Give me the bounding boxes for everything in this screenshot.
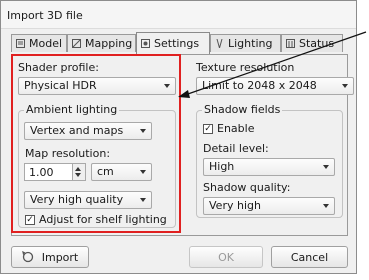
detail-level-label: Detail level:	[203, 142, 269, 155]
shader-profile-label: Shader profile:	[18, 61, 99, 74]
title-bar: Import 3D file	[1, 1, 356, 29]
cancel-button[interactable]: Cancel	[271, 246, 348, 268]
enable-shadow-checkbox[interactable]: ✓	[203, 124, 213, 134]
chevron-down-icon	[323, 204, 329, 208]
ambient-lighting-title: Ambient lighting	[24, 103, 120, 116]
shader-profile-select[interactable]: Physical HDR	[18, 77, 176, 95]
tab-label: Mapping	[85, 37, 133, 50]
ambient-mode-select[interactable]: Vertex and maps	[24, 122, 152, 140]
spin-buttons[interactable]	[72, 164, 85, 180]
ok-button-label: OK	[218, 250, 234, 264]
chevron-down-icon	[323, 165, 329, 169]
ambient-quality-value: Very high quality	[30, 193, 124, 206]
map-resolution-value: 1.00	[29, 166, 54, 179]
tab-status[interactable]: Status	[281, 34, 343, 52]
ok-button[interactable]: OK	[189, 246, 263, 268]
ambient-mode-value: Vertex and maps	[30, 124, 124, 137]
unit-select[interactable]: cm	[91, 163, 152, 181]
detail-level-value: High	[209, 160, 235, 173]
chevron-down-icon	[140, 198, 146, 202]
shader-profile-value: Physical HDR	[24, 79, 97, 92]
ambient-quality-select[interactable]: Very high quality	[24, 191, 152, 209]
spin-up-icon[interactable]	[75, 167, 81, 171]
window-title: Import 3D file	[7, 9, 83, 22]
tab-label: Model	[29, 37, 63, 50]
spin-down-icon[interactable]	[75, 173, 81, 177]
chevron-down-icon	[342, 84, 348, 88]
unit-value: cm	[97, 165, 114, 178]
tab-label: Settings	[154, 37, 200, 50]
import-button-label: Import	[41, 250, 79, 264]
shadow-quality-label: Shadow quality:	[203, 181, 291, 194]
tab-mapping[interactable]: Mapping	[67, 34, 136, 52]
shadow-fields-group: Shadow fields ✓ Enable Detail level: Hig…	[196, 103, 343, 218]
import-icon	[21, 251, 33, 263]
map-resolution-spinbox[interactable]: 1.00	[24, 163, 86, 181]
chevron-down-icon	[140, 170, 146, 174]
lighting-icon	[216, 39, 223, 48]
shadow-quality-value: Very high	[209, 199, 261, 212]
tab-label: Status	[299, 37, 335, 50]
adjust-shelf-label: Adjust for shelf lighting	[39, 213, 167, 226]
texture-resolution-select[interactable]: Limit to 2048 x 2048	[196, 77, 354, 95]
chevron-down-icon	[140, 129, 146, 133]
tab-model[interactable]: Model	[11, 34, 67, 52]
texture-resolution-value: Limit to 2048 x 2048	[202, 79, 317, 92]
map-resolution-label: Map resolution:	[25, 147, 111, 160]
chevron-down-icon	[164, 84, 170, 88]
cancel-button-label: Cancel	[290, 250, 329, 264]
tab-lighting[interactable]: Lighting	[210, 34, 281, 52]
texture-resolution-label: Texture resolution	[196, 61, 295, 74]
settings-icon	[141, 39, 150, 48]
ambient-lighting-group: Ambient lighting Vertex and maps Map res…	[18, 103, 176, 228]
status-icon	[286, 39, 295, 48]
import-button[interactable]: Import	[11, 246, 89, 268]
settings-panel: Shader profile: Physical HDR Ambient lig…	[11, 54, 354, 236]
mapping-icon	[72, 39, 81, 48]
tab-label: Lighting	[228, 37, 273, 50]
shadow-quality-select[interactable]: Very high	[203, 197, 335, 215]
model-icon	[16, 39, 25, 48]
adjust-shelf-checkbox[interactable]: ✓	[25, 215, 35, 225]
import-3d-dialog: Import 3D file Model Mapping Settings Li…	[0, 0, 357, 274]
shadow-fields-title: Shadow fields	[202, 103, 283, 116]
tab-settings[interactable]: Settings	[136, 32, 210, 54]
enable-shadow-label: Enable	[217, 122, 255, 135]
detail-level-select[interactable]: High	[203, 158, 335, 176]
